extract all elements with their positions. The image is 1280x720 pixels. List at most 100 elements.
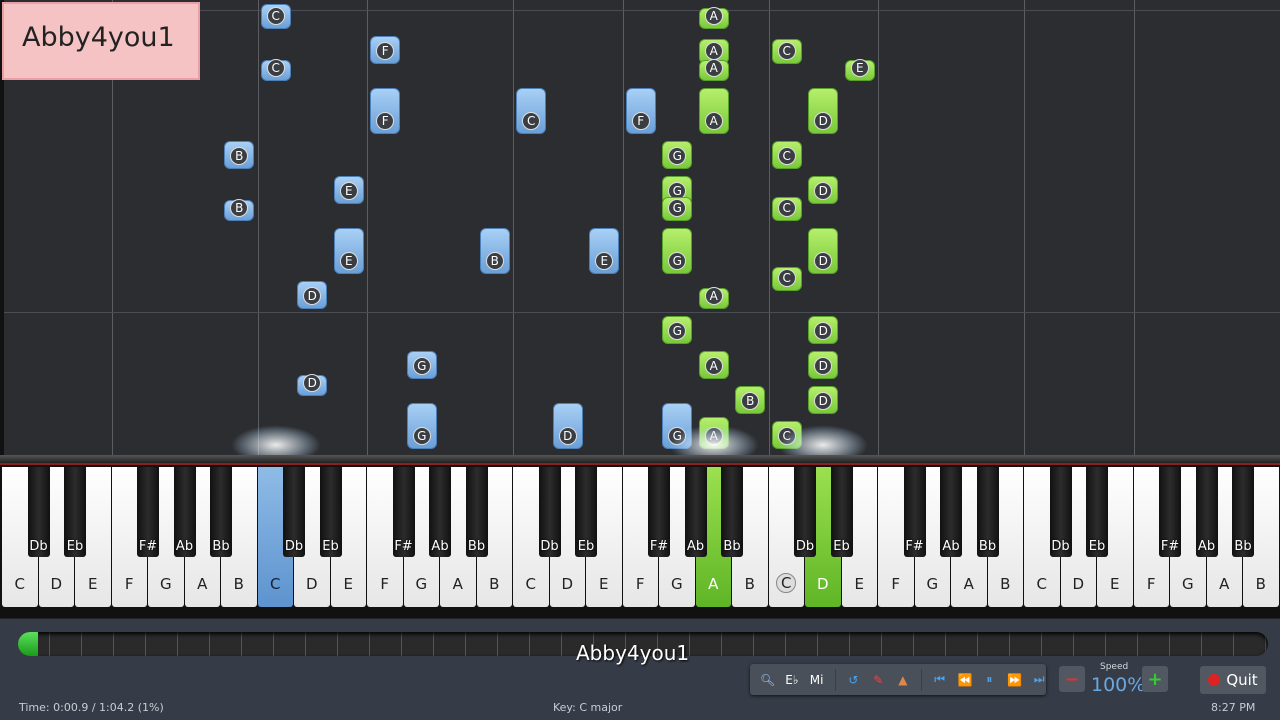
black-key[interactable]: Eb — [319, 467, 342, 557]
speed-down-button[interactable]: − — [1059, 666, 1085, 692]
note-label: C — [266, 6, 285, 25]
left-hand-note: C — [260, 59, 291, 81]
search-icon[interactable]: 🔍︎ — [760, 673, 775, 687]
note-label: A — [704, 41, 723, 60]
black-key[interactable]: Bb — [1232, 467, 1254, 557]
skip-end-icon[interactable]: ⏭ — [1032, 672, 1046, 687]
black-key[interactable]: F# — [137, 467, 159, 557]
right-hand-note: C — [771, 140, 802, 169]
black-key[interactable]: Db — [1049, 467, 1072, 557]
key-label: B — [744, 575, 755, 593]
key-label: Bb — [212, 539, 230, 554]
grid-line — [1133, 0, 1135, 455]
black-key[interactable]: Bb — [976, 467, 999, 557]
note-label: A — [704, 59, 723, 77]
black-key[interactable]: Ab — [940, 467, 962, 557]
right-hand-note: C — [771, 39, 802, 64]
black-key[interactable]: Eb — [830, 467, 853, 557]
key-label: B — [489, 575, 500, 593]
key-label: Bb — [978, 539, 997, 554]
right-hand-note: D — [808, 228, 839, 274]
control-panel: Abby4you1 Time: 0:00.9 / 1:04.2 (1%) Key… — [0, 618, 1280, 720]
note-label: D — [814, 321, 833, 340]
key-label: G — [926, 575, 939, 593]
note-label: G — [412, 426, 431, 445]
key-label: Eb — [577, 539, 595, 554]
right-hand-note: D — [808, 350, 839, 379]
note-label: D — [303, 374, 322, 392]
key-label: Eb — [322, 539, 339, 554]
note-label: D — [814, 356, 833, 375]
black-key[interactable]: Ab — [684, 467, 707, 557]
black-key[interactable]: Db — [283, 467, 305, 557]
piano-keyboard: C D E F G A B C D E F G A B C D E F G A B C D E F G A B C D E F G A B Db Eb F… — [0, 455, 1280, 618]
black-key[interactable]: F# — [903, 467, 926, 557]
loop-icon[interactable]: ↺ — [846, 673, 860, 687]
metronome-icon[interactable]: ▲ — [896, 673, 910, 687]
left-hand-note: E — [333, 228, 364, 274]
grid-line — [367, 0, 368, 455]
rewind-icon[interactable]: ⏪ — [957, 673, 972, 687]
note-label: E — [339, 181, 358, 200]
black-key[interactable]: Eb — [1086, 467, 1108, 557]
key-label: F — [380, 575, 390, 593]
left-hand-note: E — [333, 175, 364, 204]
black-key[interactable]: F# — [392, 467, 415, 557]
black-key[interactable]: Bb — [465, 467, 488, 557]
key-label: Db — [540, 539, 559, 554]
black-key[interactable]: Db — [794, 467, 816, 557]
key-label: B — [233, 575, 244, 593]
measure-line — [4, 312, 1280, 313]
black-key[interactable]: F# — [1159, 467, 1181, 557]
black-key[interactable]: Bb — [210, 467, 232, 557]
key-label: Ab — [942, 539, 960, 554]
black-key[interactable]: Eb — [575, 467, 597, 557]
grid-line — [622, 0, 624, 455]
right-hand-note: A — [698, 350, 729, 379]
black-key[interactable]: Ab — [1195, 467, 1218, 557]
key-label: E — [343, 575, 353, 593]
right-hand-note: D — [808, 175, 839, 204]
key-hit-glow — [668, 425, 759, 455]
note-label: C — [777, 199, 796, 217]
key-label: Bb — [1234, 539, 1252, 554]
key-label: Eb — [1088, 539, 1106, 554]
skip-start-icon[interactable]: ⏮ — [933, 672, 947, 687]
key-label: Bb — [467, 539, 486, 554]
key-hit-glow — [778, 425, 869, 455]
black-key[interactable]: F# — [648, 467, 670, 557]
left-hand-note: F — [370, 35, 401, 64]
right-hand-note: D — [808, 385, 839, 414]
quit-button[interactable]: Quit — [1200, 666, 1266, 694]
right-hand-note: E — [844, 59, 875, 81]
pause-icon[interactable]: ⏸ — [982, 672, 996, 687]
key-label: A — [708, 575, 719, 593]
note-label: B — [230, 146, 249, 165]
note-label: C — [266, 59, 285, 77]
key-label: C — [1036, 575, 1047, 593]
note-label: A — [704, 111, 723, 130]
add-bookmark-icon[interactable]: ✎ — [871, 673, 885, 687]
stop-icon — [1208, 674, 1221, 686]
black-key[interactable]: Bb — [721, 467, 743, 557]
fast-forward-icon[interactable]: ⏩ — [1007, 673, 1022, 687]
note-names-button[interactable]: Mi — [810, 673, 824, 687]
key-label: G — [670, 575, 683, 593]
key-label: F — [124, 575, 134, 593]
speed-up-button[interactable]: + — [1142, 666, 1168, 692]
right-hand-note: G — [662, 140, 693, 169]
right-hand-note: G — [662, 196, 693, 221]
key-label: Db — [29, 539, 48, 554]
black-key[interactable]: Db — [538, 467, 561, 557]
key-label: C — [270, 575, 281, 593]
black-key[interactable]: Eb — [64, 467, 86, 557]
right-hand-note: G — [662, 315, 693, 344]
grid-line — [878, 0, 879, 455]
note-label: G — [412, 356, 431, 375]
key-button[interactable]: E♭ — [785, 673, 799, 687]
black-key[interactable]: Ab — [173, 467, 196, 557]
divider — [834, 668, 836, 691]
black-key[interactable]: Db — [27, 467, 50, 557]
note-label: B — [230, 199, 249, 217]
black-key[interactable]: Ab — [429, 467, 451, 557]
